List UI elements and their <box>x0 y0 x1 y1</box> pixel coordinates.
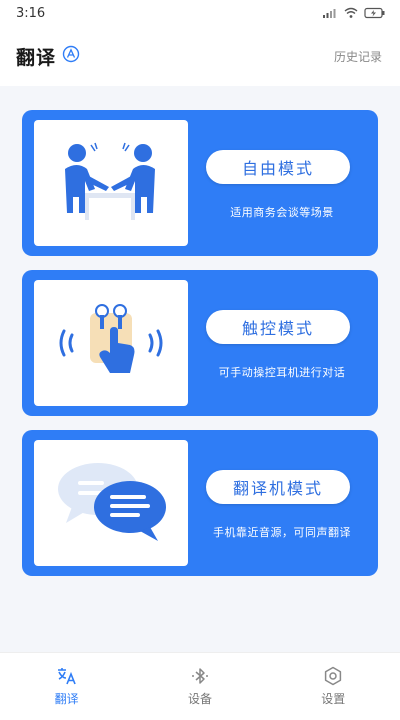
page-title: 翻译 <box>16 46 57 69</box>
translator-mode-card[interactable]: 翻译机模式 手机靠近音源，可同声翻译 <box>22 430 378 576</box>
translate-icon <box>56 666 78 686</box>
status-icons <box>322 7 386 19</box>
status-time: 3:16 <box>16 5 46 21</box>
touch-mode-description: 可手动操控耳机进行对话 <box>218 366 346 379</box>
nav-item-translate[interactable]: 翻译 <box>7 666 127 707</box>
settings-icon <box>323 666 343 686</box>
nav-label-settings: 设置 <box>321 692 346 706</box>
bottom-nav: 翻译 设备 设置 <box>0 652 400 720</box>
history-link[interactable]: 历史记录 <box>334 48 382 65</box>
signal-icon <box>322 7 338 19</box>
free-mode-button[interactable]: 自由模式 <box>206 150 350 184</box>
free-mode-card[interactable]: 自由模式 适用商务会谈等场景 <box>22 110 378 256</box>
bluetooth-icon <box>190 666 210 686</box>
nav-item-device[interactable]: 设备 <box>140 666 260 707</box>
free-mode-description: 适用商务会谈等场景 <box>230 206 334 219</box>
nav-item-settings[interactable]: 设置 <box>273 666 393 707</box>
header-title-group: 翻译 <box>16 43 80 70</box>
touch-mode-illustration <box>34 280 188 406</box>
nav-label-translate: 翻译 <box>54 692 79 706</box>
status-bar: 3:16 <box>0 0 400 26</box>
wifi-icon <box>344 7 358 19</box>
nav-label-device: 设备 <box>187 692 212 706</box>
translator-mode-button[interactable]: 翻译机模式 <box>206 470 350 504</box>
chat-bubbles-icon <box>46 451 176 555</box>
app-header: 翻译 历史记录 <box>0 26 400 86</box>
translator-mode-description: 手机靠近音源，可同声翻译 <box>213 526 351 539</box>
language-switch-icon[interactable] <box>62 45 80 67</box>
mode-list: 自由模式 适用商务会谈等场景 触控模式 可手动操控耳机进行对话 翻译机模式 手机… <box>22 110 378 576</box>
free-mode-illustration <box>34 120 188 246</box>
people-talking-icon <box>51 131 171 235</box>
battery-icon <box>364 7 386 19</box>
touch-mode-card[interactable]: 触控模式 可手动操控耳机进行对话 <box>22 270 378 416</box>
translator-mode-illustration <box>34 440 188 566</box>
touch-earbuds-icon <box>46 291 176 395</box>
touch-mode-button[interactable]: 触控模式 <box>206 310 350 344</box>
